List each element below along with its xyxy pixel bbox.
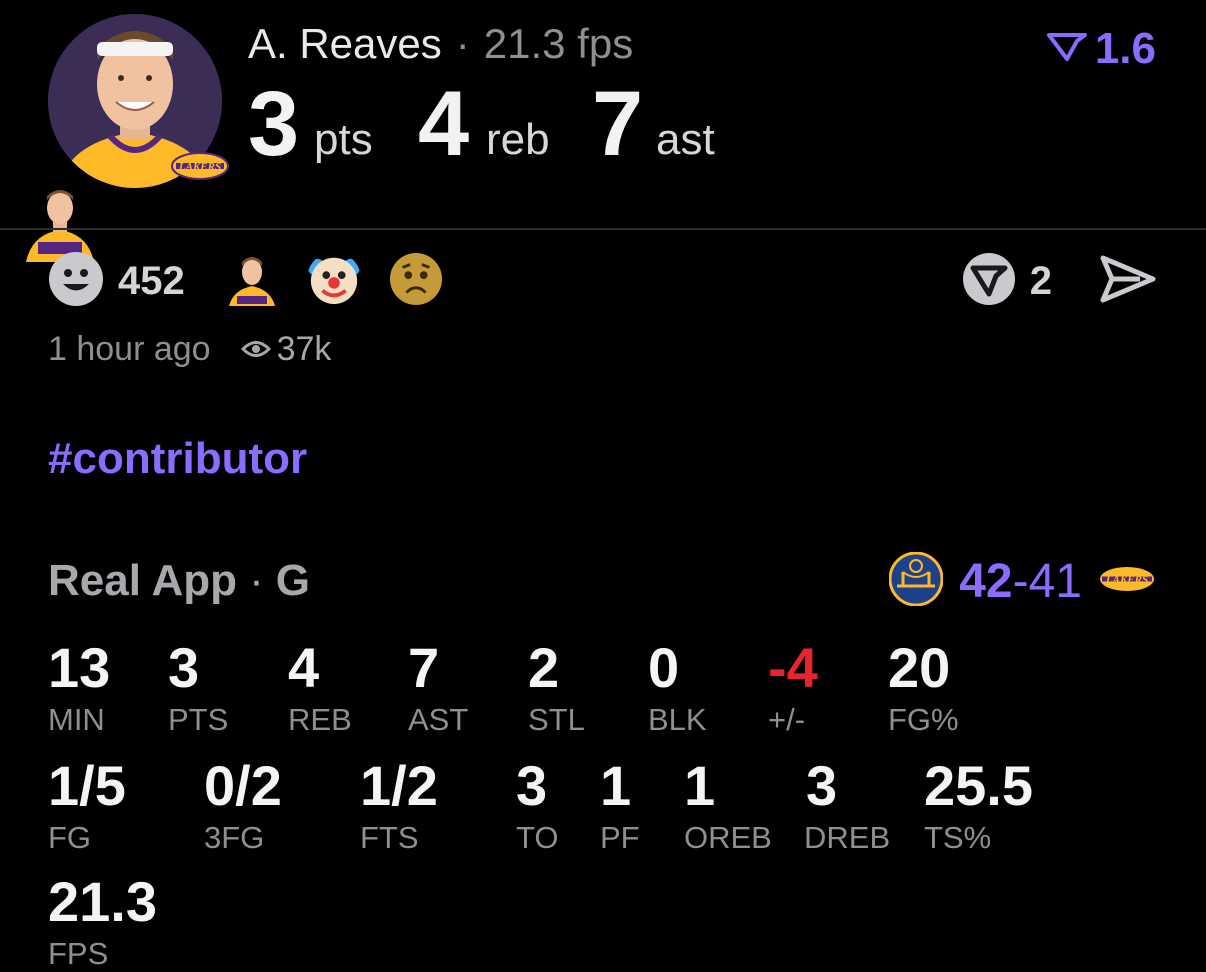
- hashtag-link[interactable]: #contributor: [48, 434, 307, 484]
- big-stat-rebounds-value: 4: [418, 73, 470, 175]
- stat-value: 1/5: [48, 754, 126, 817]
- stat-value: 7: [408, 636, 440, 699]
- stat-value: 1: [684, 754, 716, 817]
- title-separator: ·: [455, 20, 470, 67]
- big-stat-points-value: 3: [248, 73, 300, 175]
- stat-label: FTS: [360, 820, 419, 855]
- player-face-reaction-icon[interactable]: [225, 252, 279, 311]
- stat-value: 13: [48, 636, 111, 699]
- stat-blk: 0 BLK: [648, 640, 707, 738]
- lakers-logo-icon: LAKERS: [170, 146, 230, 186]
- stat-value: 21.3: [48, 870, 157, 933]
- comment-icon[interactable]: [962, 252, 1016, 311]
- eye-icon: [240, 330, 271, 369]
- stat-label: BLK: [648, 702, 707, 737]
- stat-value: 3: [168, 636, 200, 699]
- stat-value: 2: [528, 636, 560, 699]
- stat-label: +/-: [768, 702, 806, 737]
- score-away: 41: [1028, 555, 1082, 608]
- stat-value: 25.5: [924, 754, 1033, 817]
- stat-label: OREB: [684, 820, 772, 855]
- score-dash: -: [1012, 555, 1029, 608]
- league-name: Real App: [48, 556, 238, 605]
- smiley-react-icon[interactable]: [48, 251, 104, 312]
- stat-label: 3FG: [204, 820, 265, 855]
- stat-label: FPS: [48, 936, 109, 971]
- stat-value: 3: [516, 754, 548, 817]
- clown-emoji-icon[interactable]: [307, 252, 361, 311]
- stat-to: 3 TO: [516, 758, 559, 856]
- fps-text: 21.3 fps: [483, 20, 634, 67]
- stat-value: 4: [288, 636, 320, 699]
- game-score[interactable]: 42-41 LAKERS: [888, 551, 1156, 611]
- stat-value: -4: [768, 636, 818, 699]
- svg-text:LAKERS: LAKERS: [1105, 574, 1148, 586]
- rating-badge[interactable]: 1.6: [1046, 24, 1156, 74]
- player-title-line: A. Reaves · 21.3 fps: [248, 20, 633, 68]
- stat-pf: 1 PF: [600, 758, 640, 856]
- stat-label: MIN: [48, 702, 105, 737]
- stat-plus-minus: -4 +/-: [768, 640, 818, 738]
- meta-row: 1 hour ago 37k: [48, 330, 331, 369]
- stat-label: STL: [528, 702, 585, 737]
- worried-emoji-icon[interactable]: [389, 252, 443, 311]
- big-stat-rebounds-unit: reb: [486, 115, 550, 164]
- stat-min: 13 MIN: [48, 640, 110, 738]
- big-stat-assists-unit: ast: [656, 115, 715, 164]
- stat-fg-pct: 20 FG%: [888, 640, 959, 738]
- big-stat-points-unit: pts: [314, 115, 373, 164]
- stat-value: 3: [806, 754, 838, 817]
- stat-label: REB: [288, 702, 352, 737]
- stat-label: TO: [516, 820, 559, 855]
- reactions-row: 452: [48, 251, 443, 312]
- big-stat-assists-value: 7: [592, 73, 644, 175]
- divider: [0, 228, 1206, 230]
- stat-label: AST: [408, 702, 469, 737]
- player-position: G: [275, 556, 310, 605]
- stat-value: 1/2: [360, 754, 438, 817]
- comment-share-area: 2: [962, 252, 1156, 311]
- stat-fts: 1/2 FTS: [360, 758, 438, 856]
- send-icon[interactable]: [1100, 255, 1156, 308]
- reaction-count: 452: [118, 258, 185, 303]
- stat-fps: 21.3 FPS: [48, 874, 157, 972]
- warriors-logo-icon: [888, 551, 944, 611]
- lakers-score-logo-icon: LAKERS: [1098, 562, 1156, 601]
- stat-ast: 7 AST: [408, 640, 468, 738]
- views: 37k: [240, 330, 332, 369]
- stat-label: TS%: [924, 820, 992, 855]
- stat-pts: 3 PTS: [168, 640, 228, 738]
- player-name[interactable]: A. Reaves: [248, 20, 442, 67]
- stat-value: 1: [600, 754, 632, 817]
- stat-dreb: 3 DREB: [804, 758, 890, 856]
- stat-stl: 2 STL: [528, 640, 585, 738]
- stat-fg: 1/5 FG: [48, 758, 126, 856]
- stat-label: FG%: [888, 702, 959, 737]
- stat-label: PF: [600, 820, 640, 855]
- stat-value: 20: [888, 636, 951, 699]
- views-count: 37k: [276, 330, 332, 368]
- league-separator: ·: [249, 556, 264, 605]
- stat-ts-pct: 25.5 TS%: [924, 758, 1033, 856]
- stat-label: PTS: [168, 702, 229, 737]
- stat-value: 0/2: [204, 754, 282, 817]
- stat-oreb: 1 OREB: [684, 758, 772, 856]
- stat-reb: 4 REB: [288, 640, 352, 738]
- rating-icon: [1046, 24, 1087, 74]
- score-text: 42-41: [959, 554, 1082, 609]
- league-line: Real App · G: [48, 556, 310, 606]
- stat-label: FG: [48, 820, 92, 855]
- rating-value: 1.6: [1094, 24, 1156, 73]
- time-ago: 1 hour ago: [48, 330, 211, 368]
- stat-value: 0: [648, 636, 680, 699]
- score-home: 42: [959, 555, 1013, 608]
- stat-label: DREB: [804, 820, 891, 855]
- svg-text:LAKERS: LAKERS: [178, 161, 221, 173]
- stat-3fg: 0/2 3FG: [204, 758, 282, 856]
- comment-count: 2: [1029, 259, 1052, 303]
